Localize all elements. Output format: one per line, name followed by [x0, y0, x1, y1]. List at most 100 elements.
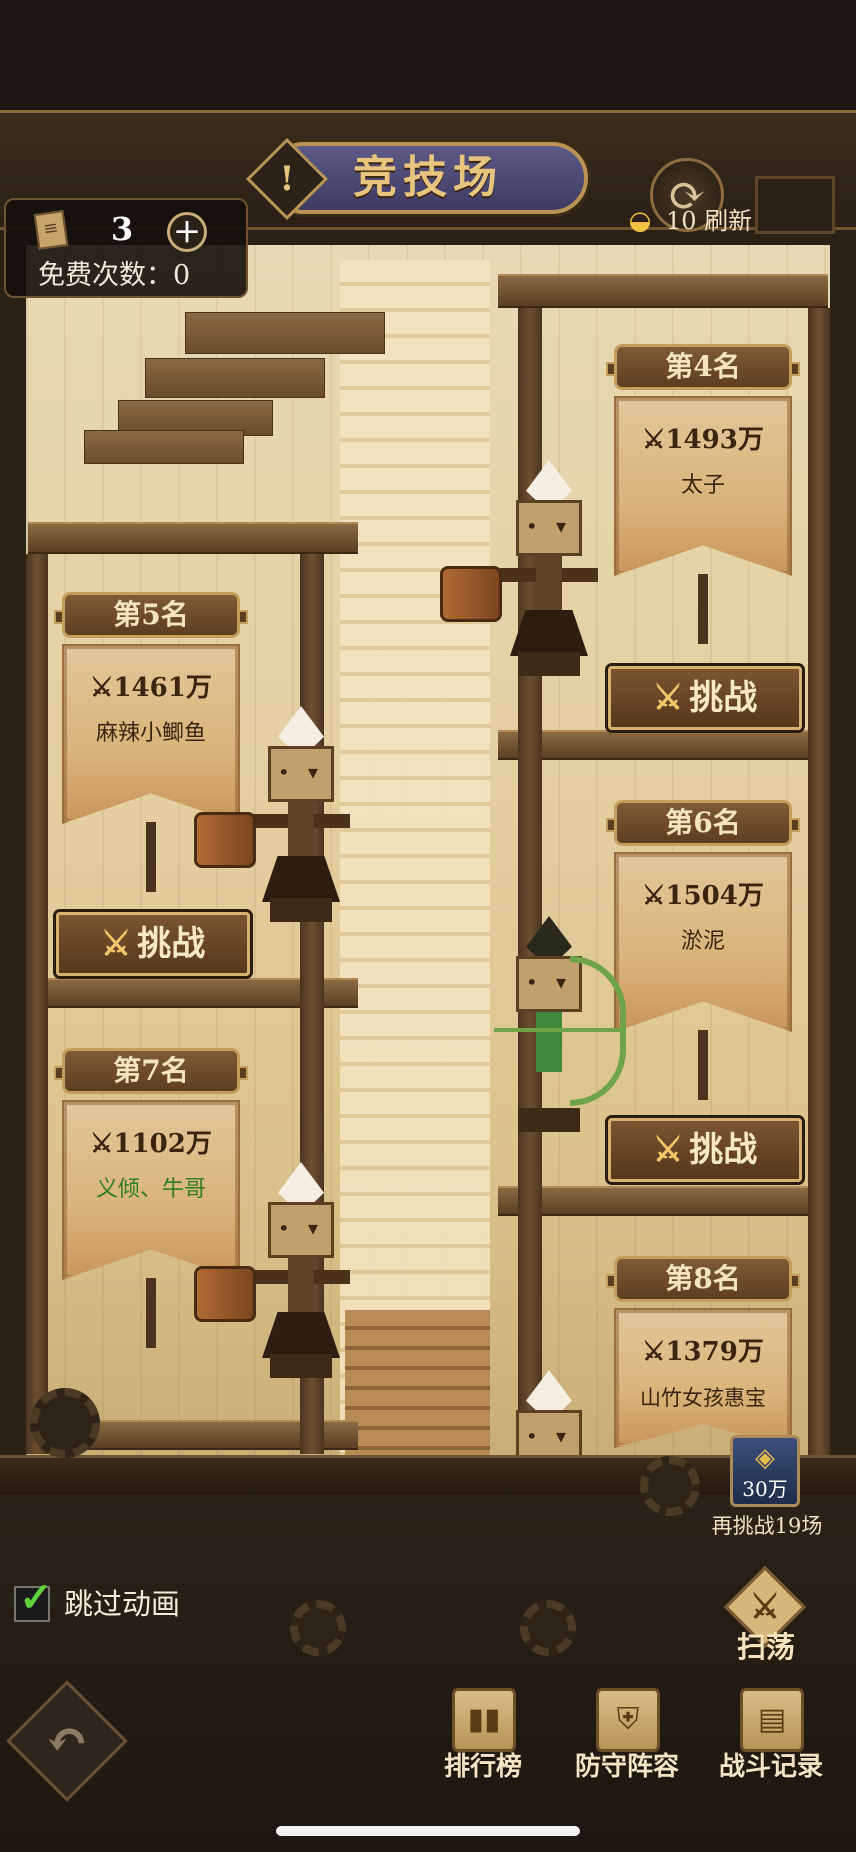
crossed-swords-icon: ⚔ [90, 673, 114, 703]
rank-label: 第8名 [614, 1256, 792, 1302]
skip-animation-label[interactable]: 跳过动画 [64, 1584, 180, 1624]
arrow-icon [494, 1028, 624, 1032]
rechallenge-label: 再挑战19场 [711, 1514, 823, 1538]
opponent-banner-rank-4[interactable]: 第4名 ⚔1493万 太子 [606, 344, 800, 644]
gear-icon [290, 1600, 346, 1656]
bar-chart-icon: ▮▮ [452, 1688, 516, 1752]
crossed-swords-icon: ⚔ [90, 1129, 114, 1159]
checkmark-icon[interactable]: ✓ [14, 1576, 58, 1620]
character-pedestal [270, 898, 332, 922]
opponent-banner-rank-6[interactable]: 第6名 ⚔1504万 淤泥 [606, 800, 800, 1100]
crossed-swords-icon: ⚔ [652, 1130, 684, 1170]
lower-staircase [345, 1310, 490, 1470]
player-name: 麻辣小鲫鱼 [95, 721, 206, 746]
gear-icon [30, 1388, 100, 1458]
power-value: ⚔1504万 [642, 881, 764, 911]
nav-battle-log[interactable]: ▤ 战斗记录 [706, 1688, 836, 1788]
add-ticket-button[interactable]: + [167, 212, 207, 252]
power-value: ⚔1102万 [90, 1129, 212, 1159]
stair-step [84, 430, 244, 464]
back-arrow-icon[interactable]: ↶ [24, 1698, 110, 1784]
opponent-avatar-rank-7[interactable]: • ▾ • [252, 1162, 350, 1382]
power-value: ⚔1379万 [642, 1337, 764, 1367]
shelf-beam [498, 274, 828, 308]
challenge-button-rank-5[interactable]: ⚔ 挑战 [56, 912, 250, 976]
crossed-swords-icon: ⚔ [652, 678, 684, 718]
rank-label: 第5名 [62, 592, 240, 638]
character-face: • ▾ • [525, 514, 573, 590]
pillar [26, 554, 48, 1454]
nav-battle-log-label: 战斗记录 [718, 1752, 823, 1782]
central-staircase [340, 260, 490, 1470]
player-name: 山竹女孩惠宝 [640, 1386, 766, 1410]
player-name: 太子 [680, 473, 725, 498]
opponent-banner-rank-8[interactable]: 第8名 ⚔1379万 山竹女孩惠宝 [606, 1256, 800, 1456]
ticket-icon: ≡ [33, 210, 69, 250]
rechallenge-cost: 30万 [742, 1477, 788, 1501]
challenge-button-rank-4[interactable]: ⚔ 挑战 [608, 666, 802, 730]
nav-defense-label: 防守阵容 [574, 1752, 679, 1782]
rank-label: 第7名 [62, 1048, 240, 1094]
crossed-swords-icon: ⚔ [642, 425, 666, 455]
stair-step [145, 358, 325, 398]
banner-pole [698, 1030, 708, 1100]
shelf-beam [498, 730, 828, 760]
character-pedestal [518, 1108, 580, 1132]
corner-ornament [755, 176, 835, 234]
shelf-beam [28, 522, 358, 554]
shelf-beam [498, 1186, 828, 1216]
bottom-rail [0, 1455, 856, 1495]
character-face: • ▾ • [277, 760, 325, 836]
shield-icon [194, 812, 256, 868]
rank-label: 第6名 [614, 800, 792, 846]
pillar [808, 308, 830, 1458]
character-body [288, 1258, 314, 1318]
home-indicator[interactable] [276, 1826, 580, 1836]
character-pedestal [518, 652, 580, 676]
info-icon[interactable]: ! [258, 150, 316, 208]
hat [278, 706, 324, 750]
nav-defense-lineup[interactable]: ⛨ 防守阵容 [562, 1688, 692, 1788]
opponent-avatar-rank-5[interactable]: • ▾ • [252, 706, 350, 926]
arena-screen: 竞技场 ! ⟳ ◒ 10 刷新 ≡ 3 + 免费次数：0 第4名 ⚔1493万 … [0, 0, 856, 1852]
nav-ranking-label: 排行榜 [443, 1752, 522, 1782]
banner-pole [146, 822, 156, 892]
sweep-label[interactable]: 扫荡 [724, 1628, 808, 1666]
coin-icon: ◈ [755, 1443, 775, 1473]
rank-label: 第4名 [614, 344, 792, 390]
opponent-avatar-rank-6[interactable]: • ▾ • [494, 916, 626, 1136]
banner-pole [698, 574, 708, 644]
gear-icon [640, 1456, 700, 1516]
player-name: 淤泥 [680, 929, 725, 954]
hat [526, 1370, 572, 1414]
character-skirt [262, 856, 340, 902]
gear-icon [520, 1600, 576, 1656]
character-body [288, 802, 314, 862]
character-skirt [262, 1312, 340, 1358]
character-pedestal [270, 1354, 332, 1378]
opponent-avatar-rank-4[interactable]: • ▾ • [500, 460, 598, 680]
power-value: ⚔1461万 [90, 673, 212, 703]
scroll-icon: ▤ [740, 1688, 804, 1752]
character-skirt [510, 610, 588, 656]
shield-icon [440, 566, 502, 622]
nav-ranking[interactable]: ▮▮ 排行榜 [418, 1688, 548, 1788]
shield-icon [194, 1266, 256, 1322]
character-body [536, 556, 562, 616]
banner-pole [146, 1278, 156, 1348]
shield-crest-icon: ⛨ [596, 1688, 660, 1752]
power-value: ⚔1493万 [642, 425, 764, 455]
banner-cloth [614, 1308, 792, 1448]
opponent-avatar-rank-8[interactable]: • ▾ • [504, 1370, 594, 1460]
stair-step [185, 312, 385, 354]
challenge-button-rank-6[interactable]: ⚔ 挑战 [608, 1118, 802, 1182]
character-face: • ▾ • [525, 1424, 573, 1448]
crossed-swords-icon: ⚔ [642, 881, 666, 911]
free-attempts-label: 免费次数：0 [38, 260, 191, 291]
character-face: • ▾ • [277, 1216, 325, 1292]
hat [278, 1162, 324, 1206]
crossed-swords-icon: ⚔ [642, 1337, 666, 1367]
hat [526, 460, 572, 504]
player-name: 义倾、牛哥 [95, 1177, 206, 1202]
ticket-count: 3 [110, 210, 134, 248]
